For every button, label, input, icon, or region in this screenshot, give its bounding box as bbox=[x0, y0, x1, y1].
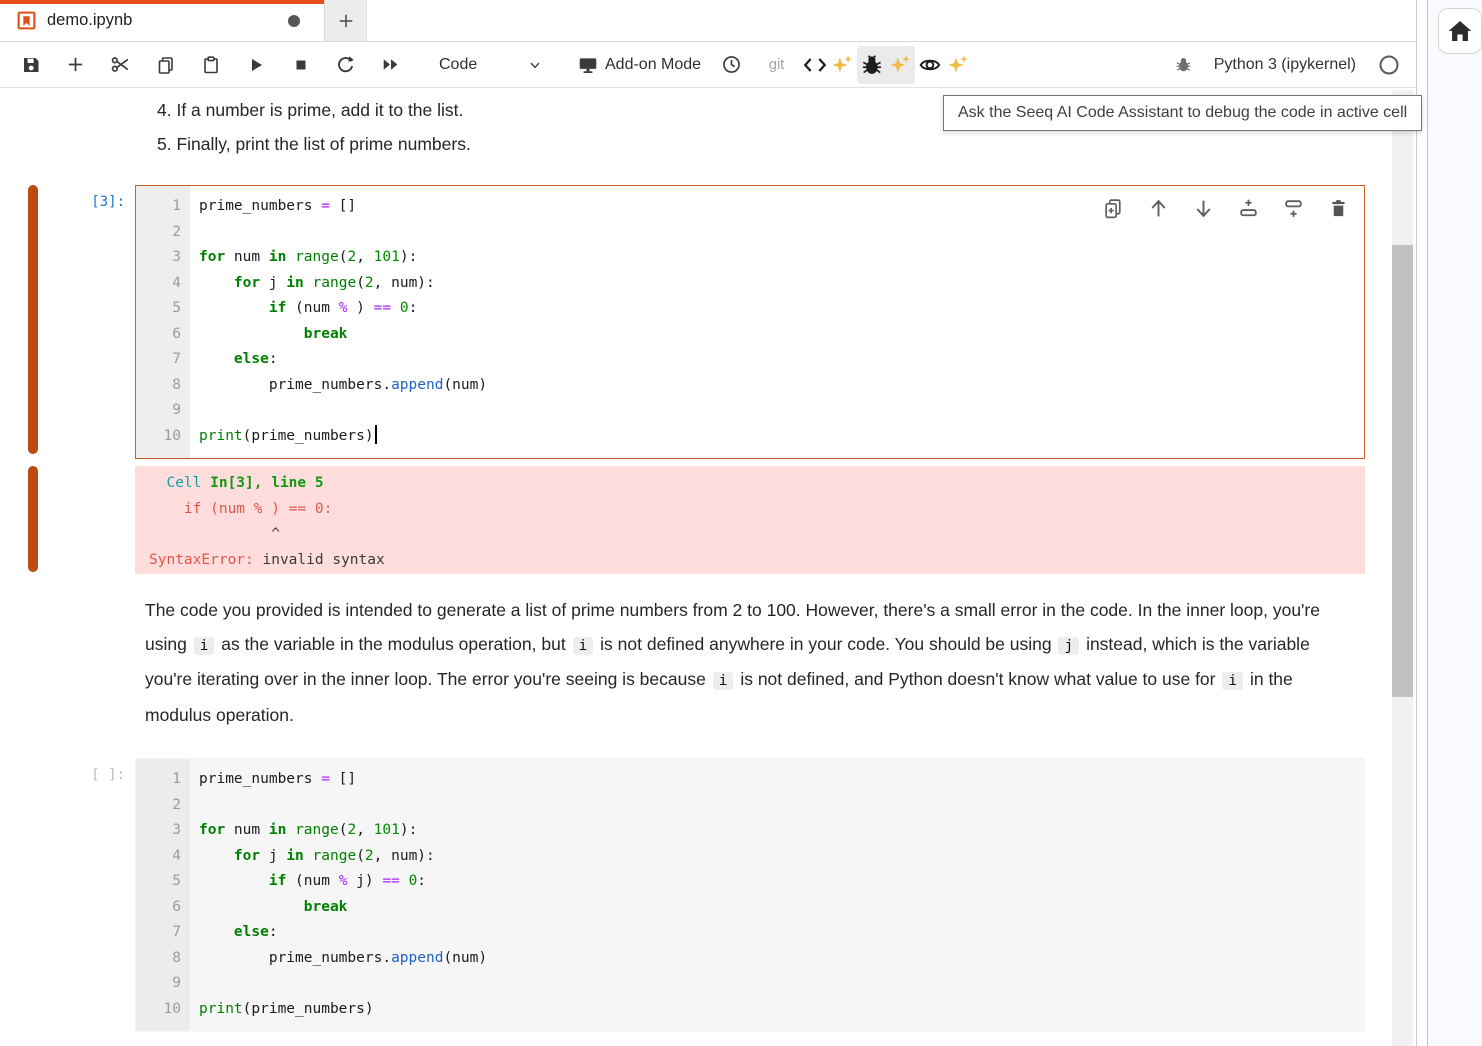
chevron-down-icon bbox=[527, 57, 543, 73]
error-output-text: Cell In[3], line 5 if (num % ) == 0: ^Sy… bbox=[149, 471, 1365, 573]
trash-icon bbox=[1328, 198, 1349, 219]
debugger-button[interactable] bbox=[1166, 46, 1202, 84]
interrupt-kernel-button[interactable] bbox=[278, 46, 323, 84]
paste-button[interactable] bbox=[188, 46, 233, 84]
cut-button[interactable] bbox=[98, 46, 143, 84]
empty-execution-prompt: [ ]: bbox=[91, 767, 125, 783]
insert-cell-below-button[interactable] bbox=[1281, 196, 1305, 220]
scissors-icon bbox=[110, 54, 131, 75]
cell-margin: [ ]: bbox=[0, 758, 135, 1032]
insert-above-icon bbox=[1237, 197, 1260, 220]
duplicate-cell-button[interactable] bbox=[1101, 196, 1125, 220]
history-button[interactable] bbox=[709, 46, 754, 84]
plus-icon bbox=[66, 55, 85, 74]
ai-explanation: The code you provided is intended to gen… bbox=[135, 594, 1340, 732]
notebook-content: 4. If a number is prime, add it to the l… bbox=[0, 88, 1416, 1045]
kernel-idle-circle-icon bbox=[1378, 54, 1400, 76]
run-button[interactable] bbox=[233, 46, 278, 84]
line-numbers: 12345678910 bbox=[136, 186, 190, 458]
cell-main: 12345678910 prime_numbers = []for num in… bbox=[135, 185, 1365, 459]
stop-icon bbox=[292, 56, 310, 74]
output-margin bbox=[0, 466, 135, 574]
scrollbar-thumb[interactable] bbox=[1392, 245, 1413, 697]
restart-kernel-button[interactable] bbox=[323, 46, 368, 84]
code-cell-row-active: [3]: 12345678910 prime_numbers = []for n… bbox=[0, 185, 1416, 459]
copy-button[interactable] bbox=[143, 46, 188, 84]
arrow-up-icon bbox=[1147, 197, 1170, 220]
tooltip-text: Ask the Seeq AI Code Assistant to debug … bbox=[958, 104, 1407, 121]
monitor-icon bbox=[577, 54, 599, 76]
fast-forward-icon bbox=[380, 54, 401, 75]
save-button[interactable] bbox=[8, 46, 53, 84]
code-lines[interactable]: prime_numbers = []for num in range(2, 10… bbox=[190, 759, 1364, 1031]
home-button[interactable] bbox=[1438, 8, 1482, 54]
save-icon bbox=[21, 55, 41, 75]
ai-debug-code-button[interactable] bbox=[857, 46, 915, 84]
main-panel: demo.ipynb bbox=[0, 0, 1417, 1046]
code-lines[interactable]: prime_numbers = []for num in range(2, 10… bbox=[190, 186, 1364, 458]
cell-main: 12345678910 prime_numbers = []for num in… bbox=[135, 758, 1365, 1032]
debugger-bug-icon bbox=[1174, 55, 1193, 74]
run-all-button[interactable] bbox=[368, 46, 413, 84]
git-button[interactable]: git bbox=[754, 46, 799, 84]
vertical-scrollbar[interactable] bbox=[1392, 90, 1413, 1046]
git-label: git bbox=[769, 57, 784, 73]
code-cell-row-inactive: [ ]: 12345678910 prime_numbers = []for n… bbox=[0, 758, 1416, 1032]
markdown-list-item-5: 5. Finally, print the list of prime numb… bbox=[157, 128, 1416, 162]
tab-demo-ipynb[interactable]: demo.ipynb bbox=[0, 0, 325, 41]
new-tab-button[interactable] bbox=[325, 0, 367, 41]
copy-icon bbox=[156, 55, 176, 75]
cell-collapser[interactable] bbox=[28, 185, 38, 454]
cell-type-select[interactable]: Code bbox=[425, 48, 553, 82]
duplicate-icon bbox=[1102, 197, 1125, 220]
tab-bar: demo.ipynb bbox=[0, 0, 1416, 42]
move-cell-up-button[interactable] bbox=[1146, 196, 1170, 220]
bug-sparkle-icon bbox=[860, 54, 912, 76]
ai-generate-code-button[interactable] bbox=[799, 46, 857, 84]
eye-sparkle-icon bbox=[918, 54, 970, 76]
output-main: Cell In[3], line 5 if (num % ) == 0: ^Sy… bbox=[135, 466, 1365, 574]
jupyterlab-window: demo.ipynb bbox=[0, 0, 1482, 1046]
clock-icon bbox=[721, 54, 742, 75]
arrow-down-icon bbox=[1192, 197, 1215, 220]
insert-below-icon bbox=[1282, 197, 1305, 220]
insert-cell-above-button[interactable] bbox=[1236, 196, 1260, 220]
line-numbers: 12345678910 bbox=[136, 759, 190, 1031]
cell-margin: [3]: bbox=[0, 185, 135, 459]
move-cell-down-button[interactable] bbox=[1191, 196, 1215, 220]
home-icon bbox=[1447, 18, 1473, 44]
addon-mode-button[interactable] bbox=[571, 46, 605, 84]
kernel-name[interactable]: Python 3 (ipykernel) bbox=[1214, 56, 1356, 74]
active-tab-accent bbox=[0, 0, 324, 4]
paste-icon bbox=[201, 55, 221, 75]
output-row: Cell In[3], line 5 if (num % ) == 0: ^Sy… bbox=[0, 466, 1416, 574]
explanation-row: The code you provided is intended to gen… bbox=[0, 574, 1416, 732]
ai-explain-code-button[interactable] bbox=[915, 46, 973, 84]
restart-icon bbox=[335, 54, 356, 75]
insert-cell-button[interactable] bbox=[53, 46, 98, 84]
output-collapser[interactable] bbox=[28, 466, 38, 572]
tab-title: demo.ipynb bbox=[47, 11, 288, 30]
cell-toolbar bbox=[1101, 196, 1350, 220]
code-editor-active: 12345678910 prime_numbers = []for num in… bbox=[135, 185, 1365, 459]
addon-mode-label[interactable]: Add-on Mode bbox=[605, 56, 701, 74]
notebook-file-icon bbox=[16, 10, 37, 31]
run-icon bbox=[246, 55, 266, 75]
notebook-toolbar: Code Add-on Mode git bbox=[0, 42, 1416, 88]
kernel-status-indicator[interactable] bbox=[1372, 46, 1406, 84]
cell-type-value: Code bbox=[439, 56, 527, 74]
plus-icon bbox=[337, 12, 355, 30]
execution-count-prompt: [3]: bbox=[91, 194, 125, 210]
code-editor-inactive: 12345678910 prime_numbers = []for num in… bbox=[135, 758, 1365, 1032]
delete-cell-button[interactable] bbox=[1326, 196, 1350, 220]
browser-right-strip bbox=[1427, 0, 1482, 1046]
code-sparkle-icon bbox=[802, 54, 854, 76]
debug-button-tooltip: Ask the Seeq AI Code Assistant to debug … bbox=[943, 95, 1422, 131]
error-output: Cell In[3], line 5 if (num % ) == 0: ^Sy… bbox=[135, 466, 1365, 574]
unsaved-changes-dot[interactable] bbox=[288, 15, 300, 27]
